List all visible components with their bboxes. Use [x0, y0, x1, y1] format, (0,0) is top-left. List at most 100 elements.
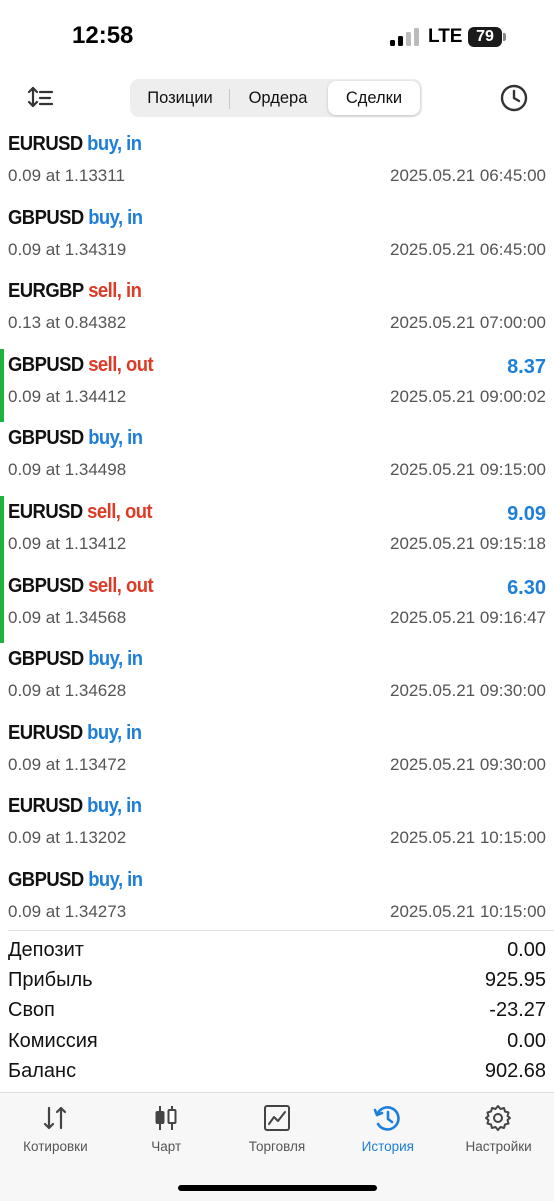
deal-symbol: GBPUSD — [8, 647, 84, 671]
home-indicator — [178, 1185, 377, 1191]
settings-icon — [483, 1103, 513, 1133]
tab-trade[interactable]: Торговля — [222, 1093, 333, 1163]
deal-time: 2025.05.21 10:15:00 — [390, 901, 546, 921]
closed-position-marker — [0, 495, 4, 570]
deal-volume-price: 0.09 at 1.13472 — [8, 754, 127, 774]
deal-profit: 6.30 — [507, 576, 546, 599]
history-icon — [372, 1103, 402, 1133]
account-summary: Депозит 0.00 Прибыль 925.95 Своп -23.27 Ком… — [0, 936, 554, 1087]
deal-volume-price: 0.09 at 1.34319 — [8, 239, 127, 259]
trade-icon — [262, 1103, 292, 1133]
deal-row[interactable]: GBPUSD buy, in 0.09 at 1.34319 2025.05.21… — [0, 202, 554, 276]
deal-action: buy, in — [88, 205, 143, 229]
status-bar: 12:58 LTE 79 — [0, 0, 554, 76]
summary-value: 902.68 — [484, 1059, 546, 1082]
deal-action: buy, in — [87, 794, 142, 818]
battery-icon: 79 — [468, 27, 502, 47]
summary-profit: Прибыль 925.95 — [0, 966, 554, 996]
deal-action: sell, in — [88, 279, 142, 303]
period-clock-icon[interactable] — [498, 82, 530, 114]
deal-action: buy, in — [88, 426, 143, 450]
deal-action: buy, in — [88, 647, 143, 671]
deal-symbol: EURUSD — [8, 132, 83, 155]
deal-profit: 8.37 — [507, 355, 546, 378]
summary-swap: Своп -23.27 — [0, 996, 554, 1026]
deal-volume-price: 0.09 at 1.34628 — [8, 681, 127, 701]
deal-volume-price: 0.09 at 1.13202 — [8, 828, 127, 848]
deal-action: sell, out — [88, 573, 154, 597]
summary-label: Прибыль — [8, 969, 93, 992]
summary-value: 925.95 — [484, 969, 546, 992]
deal-volume-price: 0.13 at 0.84382 — [8, 313, 127, 333]
deal-symbol: EURUSD — [8, 499, 83, 523]
deal-action: buy, in — [87, 720, 142, 744]
deal-time: 2025.05.21 10:15:00 — [390, 828, 546, 848]
summary-divider — [8, 930, 554, 931]
tab-label: Настройки — [465, 1139, 532, 1154]
summary-label: Баланс — [8, 1059, 77, 1082]
tab-deals[interactable]: Сделки — [328, 81, 420, 115]
battery-tip — [503, 33, 506, 41]
deal-volume-price: 0.09 at 1.13412 — [8, 533, 127, 553]
deal-symbol: EURUSD — [8, 794, 83, 818]
deal-volume-price: 0.09 at 1.34273 — [8, 901, 127, 921]
cellular-signal-icon — [390, 28, 422, 46]
deal-time: 2025.05.21 06:45:00 — [390, 166, 546, 185]
deal-time: 2025.05.21 07:00:00 — [390, 313, 546, 333]
deal-volume-price: 0.09 at 1.13311 — [8, 166, 125, 185]
deal-row[interactable]: GBPUSD sell, out 6.30 0.09 at 1.34568 202… — [0, 569, 554, 644]
deal-action: buy, in — [88, 867, 143, 891]
deal-row[interactable]: EURGBP sell, in 0.13 at 0.84382 2025.05.2… — [0, 275, 554, 349]
tab-positions[interactable]: Позиции — [132, 81, 228, 115]
chart-icon — [151, 1103, 181, 1133]
tab-chart[interactable]: Чарт — [111, 1093, 222, 1163]
deal-volume-price: 0.09 at 1.34498 — [8, 460, 127, 480]
tab-label: Торговля — [248, 1139, 306, 1154]
deal-row[interactable]: EURUSD sell, out 9.09 0.09 at 1.13412 202… — [0, 495, 554, 570]
tab-label: Котировки — [23, 1139, 88, 1154]
deal-volume-price: 0.09 at 1.34412 — [8, 386, 127, 406]
tab-settings[interactable]: Настройки — [443, 1093, 554, 1163]
summary-deposit: Депозит 0.00 — [0, 936, 554, 966]
summary-label: Своп — [8, 999, 55, 1022]
closed-position-marker — [0, 348, 4, 423]
network-type: LTE — [428, 26, 463, 47]
deal-row[interactable]: GBPUSD buy, in 0.09 at 1.34498 2025.05.21… — [0, 422, 554, 496]
deal-symbol: GBPUSD — [8, 205, 84, 229]
deal-symbol: EURUSD — [8, 720, 83, 744]
sort-icon[interactable] — [26, 84, 56, 112]
status-time: 12:58 — [72, 22, 134, 49]
deal-row[interactable]: GBPUSD buy, in 0.09 at 1.34628 2025.05.21… — [0, 643, 554, 717]
summary-balance: Баланс 902.68 — [0, 1057, 554, 1087]
deals-list: EURUSD buy, in 0.09 at 1.13311 2025.05.21… — [0, 128, 554, 938]
toolbar: Позиции Ордера Сделки — [0, 76, 554, 122]
history-segmented-control: Позиции Ордера Сделки — [130, 79, 422, 117]
tab-quotes[interactable]: Котировки — [0, 1093, 111, 1163]
deal-time: 2025.05.21 09:15:18 — [390, 533, 546, 553]
deal-profit: 9.09 — [507, 502, 546, 525]
tab-history[interactable]: История — [332, 1093, 443, 1163]
deal-row[interactable]: EURUSD buy, in 0.09 at 1.13202 2025.05.21… — [0, 790, 554, 864]
deal-time: 2025.05.21 09:30:00 — [390, 681, 546, 701]
deal-symbol: GBPUSD — [8, 867, 84, 891]
deal-row[interactable]: GBPUSD buy, in 0.09 at 1.34273 2025.05.21… — [0, 864, 554, 938]
deal-symbol: EURGBP — [8, 279, 84, 303]
deal-volume-price: 0.09 at 1.34568 — [8, 607, 127, 627]
closed-position-marker — [0, 569, 4, 644]
deal-row[interactable]: GBPUSD sell, out 8.37 0.09 at 1.34412 202… — [0, 348, 554, 423]
deal-time: 2025.05.21 09:00:02 — [390, 386, 546, 406]
summary-value: 0.00 — [507, 939, 546, 961]
deal-symbol: GBPUSD — [8, 573, 84, 597]
summary-value: -23.27 — [489, 999, 546, 1022]
deal-row[interactable]: EURUSD buy, in 0.09 at 1.13311 2025.05.21… — [0, 128, 554, 202]
deal-row[interactable]: EURUSD buy, in 0.09 at 1.13472 2025.05.21… — [0, 717, 554, 791]
deal-time: 2025.05.21 06:45:00 — [390, 239, 546, 259]
deal-time: 2025.05.21 09:30:00 — [390, 754, 546, 774]
deal-action: buy, in — [87, 132, 142, 155]
quotes-icon — [40, 1103, 70, 1133]
deal-action: sell, out — [88, 352, 154, 376]
summary-label: Депозит — [8, 939, 84, 961]
tab-orders[interactable]: Ордера — [230, 81, 326, 115]
deal-symbol: GBPUSD — [8, 352, 84, 376]
deal-action: sell, out — [87, 499, 153, 523]
